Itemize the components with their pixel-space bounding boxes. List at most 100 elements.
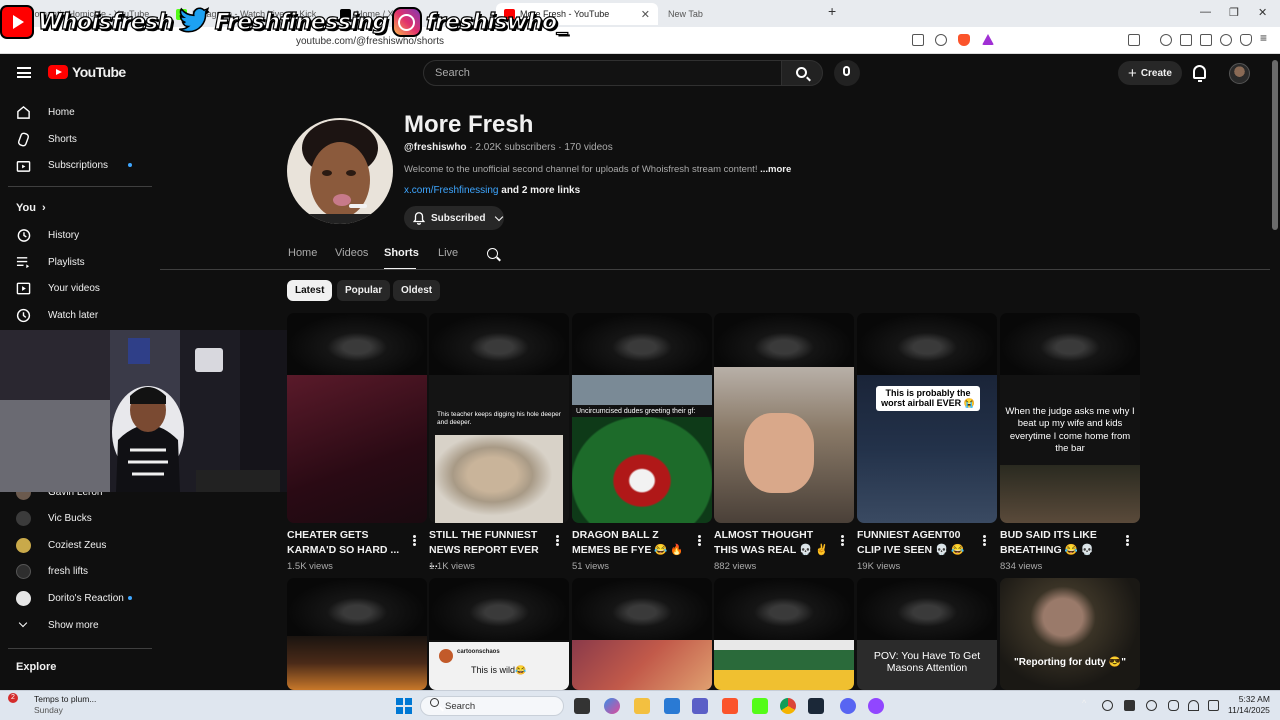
app-tray-icon[interactable] xyxy=(1124,700,1135,711)
channel-avatar-large[interactable] xyxy=(287,118,393,224)
scrollbar-thumb[interactable] xyxy=(1272,60,1278,230)
sync-icon[interactable] xyxy=(1102,700,1113,711)
discord-icon[interactable] xyxy=(840,698,856,714)
taskbar-search[interactable]: Search xyxy=(420,696,564,716)
channel-description[interactable]: Welcome to the unofficial second channel… xyxy=(404,164,791,175)
maximize-button[interactable]: ❐ xyxy=(1229,6,1239,19)
teams-icon[interactable] xyxy=(692,698,708,714)
short-thumbnail[interactable] xyxy=(714,313,854,523)
chip-popular[interactable]: Popular xyxy=(337,280,391,301)
sidebar-item-shorts[interactable]: Shorts xyxy=(0,126,150,152)
file-explorer-icon[interactable] xyxy=(634,698,650,714)
more-options-icon[interactable] xyxy=(1126,535,1129,538)
minimize-button[interactable]: — xyxy=(1200,6,1211,18)
hamburger-menu-icon[interactable] xyxy=(17,67,31,78)
sidebar-show-more[interactable]: Show more xyxy=(0,612,150,638)
subscribed-button[interactable]: Subscribed xyxy=(404,206,504,230)
short-title[interactable]: FUNNIEST AGENT00 CLIP IVE SEEN 💀 😂 xyxy=(857,528,975,557)
share-icon[interactable] xyxy=(935,34,947,46)
short-thumbnail[interactable] xyxy=(287,578,427,690)
tab-videos[interactable]: Videos xyxy=(335,247,368,259)
more-options-icon[interactable] xyxy=(698,535,701,538)
streamer-webcam xyxy=(0,330,287,492)
short-thumbnail[interactable] xyxy=(572,578,712,690)
sidebar-icon[interactable] xyxy=(1180,34,1192,46)
more-links[interactable]: and 2 more links xyxy=(498,185,580,196)
notifications-bell-icon[interactable] xyxy=(1193,65,1206,82)
short-title[interactable]: ALMOST THOUGHT THIS WAS REAL 💀 ✌️ xyxy=(714,528,832,557)
windows-start-icon[interactable] xyxy=(396,698,412,714)
microphone-tray-icon[interactable] xyxy=(1168,700,1179,711)
short-thumbnail[interactable]: When the judge asks me why I beat up my … xyxy=(1000,313,1140,523)
more-options-icon[interactable] xyxy=(983,535,986,538)
sidebar-item-your-videos[interactable]: Your videos xyxy=(0,275,150,301)
store-icon[interactable] xyxy=(664,698,680,714)
short-thumbnail[interactable]: This teacher keeps digging his hole deep… xyxy=(429,313,569,523)
tab-live[interactable]: Live xyxy=(438,247,458,259)
more-options-icon[interactable] xyxy=(556,535,559,538)
taskbar-clock[interactable]: 5:32 AM 11/14/2025 xyxy=(1228,694,1270,717)
short-thumbnail[interactable]: cartoonschaos This is wild😂 xyxy=(429,578,569,690)
app-icon[interactable] xyxy=(868,698,884,714)
browser-tab[interactable]: New Tab xyxy=(660,3,820,25)
tab-home[interactable]: Home xyxy=(288,247,317,259)
youtube-logo[interactable]: YouTube xyxy=(48,64,126,80)
sidebar-subscription-item[interactable]: Dorito's Reaction xyxy=(0,585,150,611)
page-scrollbar[interactable] xyxy=(1270,54,1280,690)
more-options-icon[interactable] xyxy=(841,535,844,538)
short-title[interactable]: DRAGON BALL Z MEMES BE FYE 😂 🔥 xyxy=(572,528,690,557)
search-input[interactable]: Search xyxy=(423,60,782,86)
description-more-link[interactable]: ...more xyxy=(760,164,791,175)
short-thumbnail[interactable]: POV: You Have To Get Masons Attention xyxy=(857,578,997,690)
volume-icon[interactable] xyxy=(1208,700,1219,711)
tray-overflow-icon[interactable]: ^ xyxy=(1082,698,1093,709)
sidebar-item-playlists[interactable]: Playlists xyxy=(0,249,150,275)
create-button[interactable]: + Create xyxy=(1118,61,1182,85)
wifi-icon[interactable] xyxy=(1188,700,1199,711)
sidebar-item-subscriptions[interactable]: Subscriptions xyxy=(0,152,150,178)
brave-icon[interactable] xyxy=(722,698,738,714)
cloud-icon[interactable] xyxy=(1146,700,1157,711)
short-thumbnail[interactable]: Uncircumcised dudes greeting their gf: xyxy=(572,313,712,523)
chip-oldest[interactable]: Oldest xyxy=(393,280,441,301)
sidebar-you-heading[interactable]: You › xyxy=(16,202,46,214)
chip-latest[interactable]: Latest xyxy=(287,280,333,301)
channel-link[interactable]: x.com/Freshfinessing xyxy=(404,185,498,196)
short-title[interactable]: CHEATER GETS KARMA'D SO HARD ... xyxy=(287,528,405,557)
sidebar-item-watch-later[interactable]: Watch later xyxy=(0,302,150,328)
search-button[interactable] xyxy=(781,60,823,86)
chrome-icon[interactable] xyxy=(780,698,796,714)
close-tab-icon[interactable]: ✕ xyxy=(641,8,650,21)
tabs-divider xyxy=(160,269,1270,270)
copilot-icon[interactable] xyxy=(604,698,620,714)
new-tab-button[interactable]: + xyxy=(828,3,836,19)
wallet-icon[interactable] xyxy=(1200,34,1212,46)
cast-icon[interactable] xyxy=(912,34,924,46)
steam-icon[interactable] xyxy=(808,698,824,714)
short-thumbnail[interactable]: "Reporting for duty 😎" xyxy=(1000,578,1140,690)
tab-shorts[interactable]: Shorts xyxy=(384,247,419,259)
reader-icon[interactable] xyxy=(1128,34,1140,46)
sidebar-item-home[interactable]: Home xyxy=(0,99,150,125)
short-title[interactable]: BUD SAID ITS LIKE BREATHING 😂 💀 xyxy=(1000,528,1118,557)
weather-widget[interactable]: Temps to plum... Sunday xyxy=(18,694,96,715)
sidebar-subscription-item[interactable]: fresh lifts xyxy=(0,558,150,584)
short-thumbnail[interactable]: This is probably the worst airball EVER … xyxy=(857,313,997,523)
rewards-icon[interactable] xyxy=(982,34,994,45)
more-options-icon[interactable] xyxy=(413,535,416,538)
brave-shield-icon[interactable] xyxy=(958,34,970,46)
short-thumbnail[interactable] xyxy=(714,578,854,690)
short-thumbnail[interactable] xyxy=(287,313,427,523)
account-avatar[interactable] xyxy=(1229,63,1250,84)
sidebar-subscription-item[interactable]: Coziest Zeus xyxy=(0,532,150,558)
voice-search-button[interactable] xyxy=(834,60,860,86)
kick-icon[interactable] xyxy=(752,698,768,714)
task-view-icon[interactable] xyxy=(574,698,590,714)
sidebar-item-history[interactable]: History xyxy=(0,222,150,248)
leo-icon[interactable] xyxy=(1220,34,1232,46)
music-icon[interactable] xyxy=(1160,34,1172,46)
sidebar-subscription-item[interactable]: Vic Bucks xyxy=(0,505,150,531)
close-window-button[interactable]: ✕ xyxy=(1258,6,1267,19)
menu-icon[interactable]: ≡ xyxy=(1260,31,1272,45)
vpn-icon[interactable] xyxy=(1240,34,1252,46)
